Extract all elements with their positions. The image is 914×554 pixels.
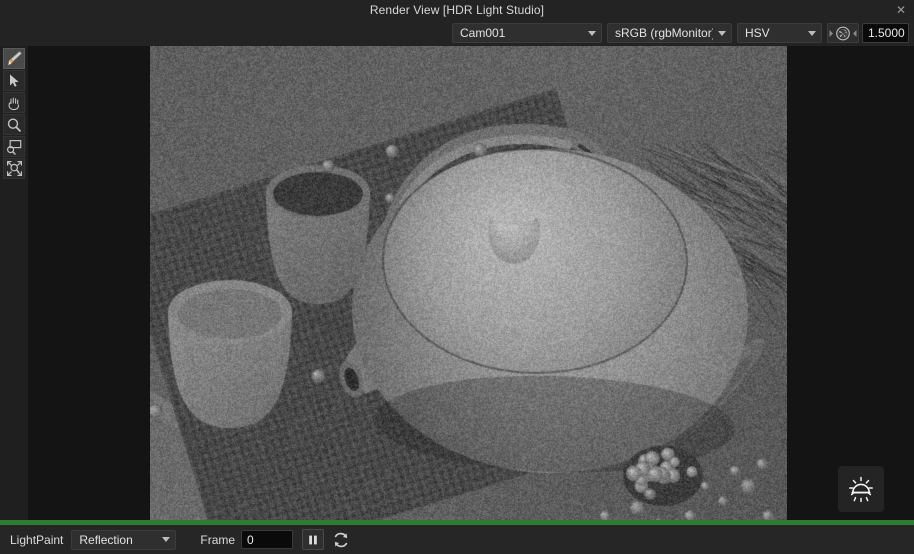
magnifier-fit-icon bbox=[6, 160, 23, 177]
aperture-icon bbox=[829, 26, 857, 41]
cursor-arrow-icon bbox=[7, 73, 22, 88]
title-bar: Render View [HDR Light Studio] ✕ bbox=[0, 0, 914, 20]
refresh-button[interactable] bbox=[330, 529, 352, 550]
lightpaint-mode-select[interactable]: Reflection bbox=[71, 530, 176, 550]
chevron-down-icon bbox=[803, 31, 821, 36]
frame-input[interactable]: 0 bbox=[241, 530, 293, 549]
exposure-aperture-button[interactable] bbox=[827, 23, 859, 43]
chevron-down-icon bbox=[583, 31, 601, 36]
colorspace-select[interactable]: sRGB (rgbMonitor) bbox=[607, 23, 732, 43]
lightpaint-mode-value: Reflection bbox=[72, 533, 157, 547]
render-view-window: Render View [HDR Light Studio] ✕ Cam001 … bbox=[0, 0, 914, 554]
channel-select[interactable]: HSV bbox=[737, 23, 822, 43]
close-icon[interactable]: ✕ bbox=[892, 1, 910, 19]
zoom-tool[interactable] bbox=[3, 114, 25, 135]
hand-icon bbox=[6, 95, 22, 111]
exposure-value: 1.5000 bbox=[868, 26, 905, 40]
pan-tool[interactable] bbox=[3, 92, 25, 113]
render-canvas bbox=[150, 46, 787, 520]
chevron-down-icon bbox=[157, 537, 175, 542]
zoom-fit-tool[interactable] bbox=[3, 158, 25, 179]
magnifier-region-icon bbox=[6, 139, 23, 155]
sun-light-icon bbox=[845, 473, 877, 505]
pause-icon bbox=[307, 534, 319, 546]
channel-select-value: HSV bbox=[738, 26, 803, 40]
chevron-down-icon bbox=[713, 31, 731, 36]
render-toolbar: Cam001 sRGB (rgbMonitor) HSV 1.5000 bbox=[0, 20, 914, 46]
frame-label: Frame bbox=[200, 533, 235, 547]
rendered-image[interactable] bbox=[150, 46, 787, 520]
magnifier-icon bbox=[6, 117, 22, 133]
zoom-region-tool[interactable] bbox=[3, 136, 25, 157]
pause-button[interactable] bbox=[302, 529, 324, 550]
lightpaint-label: LightPaint bbox=[10, 533, 63, 547]
tool-strip bbox=[0, 46, 28, 520]
window-title: Render View [HDR Light Studio] bbox=[370, 3, 544, 17]
paint-brush-icon bbox=[6, 50, 23, 67]
light-source-badge[interactable] bbox=[838, 466, 884, 512]
render-viewport[interactable] bbox=[28, 46, 914, 520]
camera-select-value: Cam001 bbox=[453, 26, 583, 40]
status-bar: LightPaint Reflection Frame 0 bbox=[0, 525, 914, 554]
refresh-icon bbox=[332, 531, 350, 549]
camera-select[interactable]: Cam001 bbox=[452, 23, 602, 43]
paint-brush-tool[interactable] bbox=[3, 48, 25, 69]
colorspace-select-value: sRGB (rgbMonitor) bbox=[608, 26, 713, 40]
select-arrow-tool[interactable] bbox=[3, 70, 25, 91]
frame-value: 0 bbox=[247, 533, 254, 547]
exposure-input[interactable]: 1.5000 bbox=[862, 23, 909, 43]
